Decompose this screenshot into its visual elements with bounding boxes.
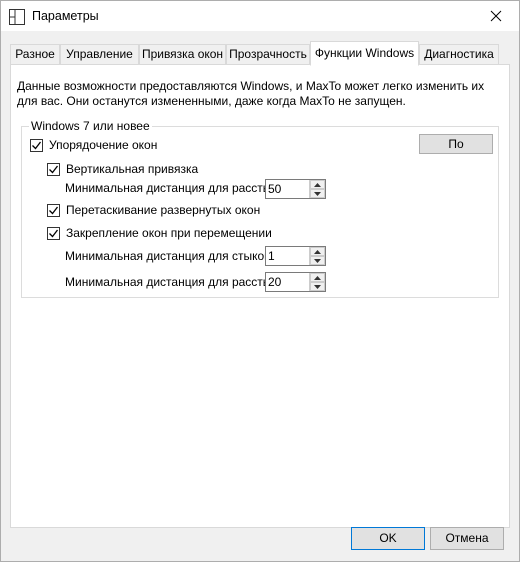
stepper-up-icon[interactable] bbox=[310, 247, 325, 256]
drag-maximized-checkbox[interactable]: Перетаскивание развернутых окон bbox=[47, 203, 260, 217]
vertical-distance-stepper[interactable]: 50 bbox=[265, 179, 326, 199]
tab-strip: Разное Управление Привязка окон Прозрачн… bbox=[10, 41, 510, 66]
stepper-down-icon[interactable] bbox=[310, 189, 325, 198]
stepper-arrows bbox=[309, 247, 325, 265]
checkmark-icon bbox=[49, 165, 59, 173]
tab-transparency[interactable]: Прозрачность bbox=[226, 44, 310, 65]
tab-diagnostics[interactable]: Диагностика bbox=[419, 44, 499, 65]
title-bar: Параметры bbox=[1, 1, 519, 31]
close-icon bbox=[490, 10, 502, 22]
tab-snapping[interactable]: Привязка окон bbox=[139, 44, 226, 65]
stepper-up-icon[interactable] bbox=[310, 180, 325, 189]
vertical-distance-value[interactable]: 50 bbox=[268, 182, 281, 196]
cancel-button[interactable]: Отмена bbox=[430, 527, 504, 550]
app-icon bbox=[9, 9, 25, 25]
docking-checkbox[interactable]: Закрепление окон при перемещении bbox=[47, 226, 272, 240]
vertical-snap-label: Вертикальная привязка bbox=[66, 162, 199, 176]
tab-misc[interactable]: Разное bbox=[10, 44, 60, 65]
vertical-snap-checkbox[interactable]: Вертикальная привязка bbox=[47, 162, 198, 176]
description-text: Данные возможности предоставляются Windo… bbox=[17, 79, 485, 108]
ok-button[interactable]: OK bbox=[351, 527, 425, 550]
vertical-distance-label: Минимальная дистанция для расстыко bbox=[65, 181, 265, 195]
undock-distance-label: Минимальная дистанция для расстыко bbox=[65, 275, 265, 289]
stepper-down-icon[interactable] bbox=[310, 256, 325, 265]
close-button[interactable] bbox=[473, 1, 519, 31]
window-title: Параметры bbox=[32, 9, 99, 23]
checkmark-icon bbox=[49, 229, 59, 237]
group-label: Windows 7 или новее bbox=[29, 119, 152, 133]
tab-windows-features[interactable]: Функции Windows bbox=[310, 41, 419, 66]
checkbox-box bbox=[47, 226, 60, 240]
checkbox-box bbox=[47, 203, 60, 217]
checkmark-icon bbox=[32, 141, 42, 149]
dock-distance-label: Минимальная дистанция для стыковки bbox=[65, 249, 265, 263]
po-button[interactable]: По bbox=[419, 134, 493, 154]
checkbox-box bbox=[47, 162, 60, 176]
dock-distance-value[interactable]: 1 bbox=[268, 249, 275, 263]
docking-label: Закрепление окон при перемещении bbox=[66, 226, 272, 240]
arrange-label: Упорядочение окон bbox=[49, 138, 158, 152]
stepper-up-icon[interactable] bbox=[310, 273, 325, 282]
arrange-checkbox[interactable]: Упорядочение окон bbox=[30, 138, 157, 152]
stepper-arrows bbox=[309, 273, 325, 291]
checkmark-icon bbox=[49, 206, 59, 214]
tab-control[interactable]: Управление bbox=[60, 44, 139, 65]
undock-distance-value[interactable]: 20 bbox=[268, 275, 281, 289]
undock-distance-stepper[interactable]: 20 bbox=[265, 272, 326, 292]
stepper-down-icon[interactable] bbox=[310, 282, 325, 291]
stepper-arrows bbox=[309, 180, 325, 198]
drag-maximized-label: Перетаскивание развернутых окон bbox=[66, 203, 261, 217]
dock-distance-stepper[interactable]: 1 bbox=[265, 246, 326, 266]
checkbox-box bbox=[30, 138, 43, 152]
